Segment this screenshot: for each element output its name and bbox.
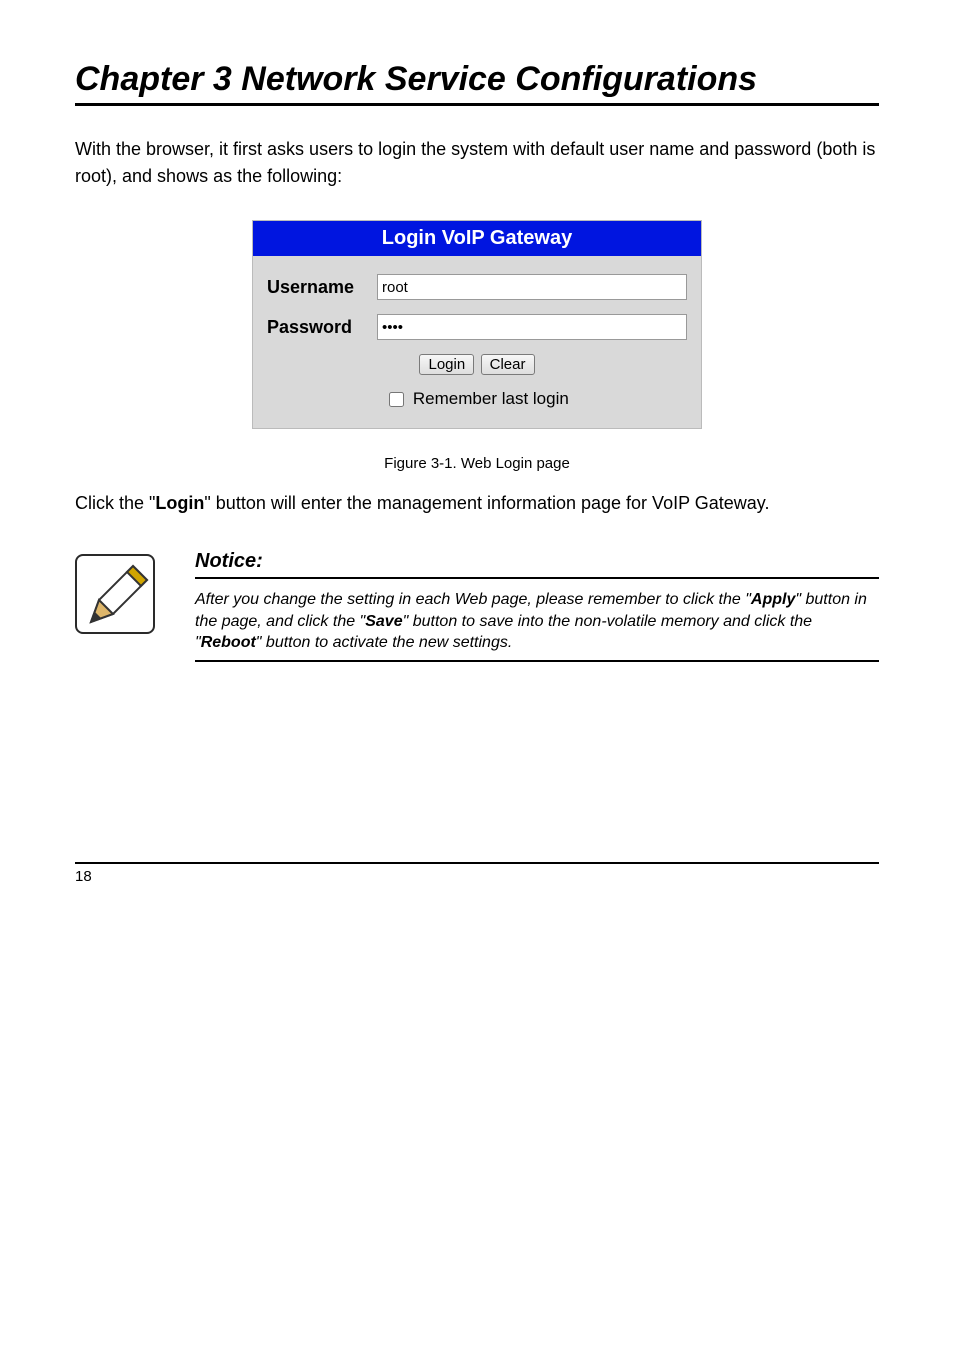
login-buttons-row: Login Clear <box>267 354 687 375</box>
password-row: Password <box>267 314 687 340</box>
note-icon-cell <box>75 548 195 662</box>
username-input[interactable] <box>377 274 687 300</box>
note-heading: Notice: <box>195 548 879 575</box>
page-number: 18 <box>75 868 92 885</box>
note-text-a: After you change the setting in each Web… <box>195 591 751 608</box>
login-box: Login VoIP Gateway Username Password Log… <box>252 220 702 429</box>
remember-row: Remember last login <box>267 389 687 410</box>
para2-a: Click the " <box>75 493 155 513</box>
intro-paragraph: With the browser, it first asks users to… <box>75 136 879 190</box>
remember-checkbox[interactable] <box>389 392 404 407</box>
note-apply-word: Apply <box>751 591 795 608</box>
note-text-d: " button to activate the new settings. <box>256 634 513 651</box>
clear-button[interactable]: Clear <box>481 354 535 375</box>
chapter-rule <box>75 103 879 106</box>
remember-label: Remember last login <box>413 389 569 408</box>
note-block: Notice: After you change the setting in … <box>75 548 879 662</box>
figure-caption: Figure 3-1. Web Login page <box>75 455 879 472</box>
login-box-header: Login VoIP Gateway <box>253 221 701 256</box>
para2-b: " button will enter the management infor… <box>204 493 769 513</box>
paragraph-login-desc: Click the "Login" button will enter the … <box>75 490 879 518</box>
chapter-heading: Chapter 3 Network Service Configurations <box>75 60 879 99</box>
note-content: Notice: After you change the setting in … <box>195 548 879 662</box>
note-reboot-word: Reboot <box>201 634 256 651</box>
note-bottomline <box>195 660 879 662</box>
password-label: Password <box>267 317 377 338</box>
login-button[interactable]: Login <box>419 354 474 375</box>
note-save-word: Save <box>365 613 402 630</box>
username-row: Username <box>267 274 687 300</box>
page-footer: 18 <box>75 862 879 886</box>
password-input[interactable] <box>377 314 687 340</box>
page-footer-line <box>75 862 879 864</box>
login-box-body: Username Password Login Clear Remember l… <box>253 256 701 428</box>
pencil-note-icon <box>75 554 155 634</box>
para2-login-word: Login <box>155 493 204 513</box>
username-label: Username <box>267 277 377 298</box>
note-topline <box>195 577 879 579</box>
